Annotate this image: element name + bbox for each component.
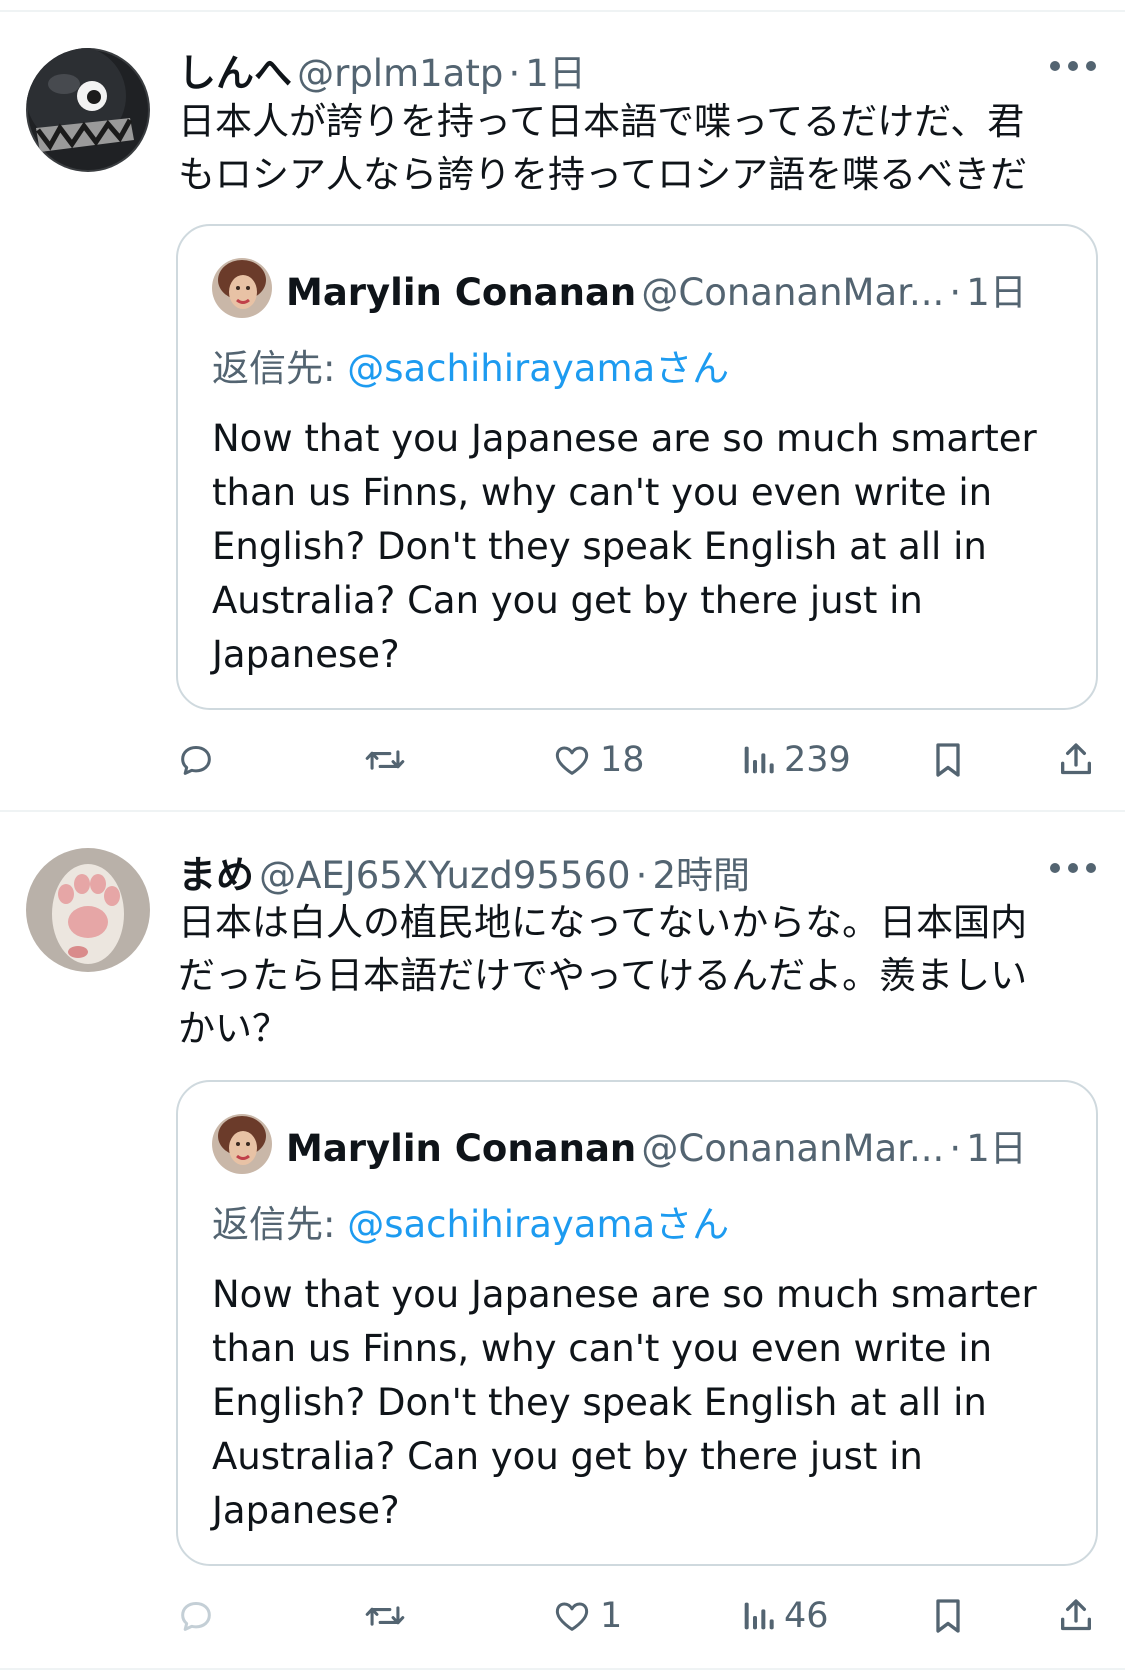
quoted-author-handle[interactable]: @ConananMar... bbox=[641, 271, 944, 314]
retweet-icon bbox=[365, 1606, 405, 1626]
bookmark-button[interactable] bbox=[930, 1586, 966, 1646]
reply-context-prefix: 返信先: bbox=[212, 347, 336, 390]
tweet-header: まめ @AEJ65XYuzd95560 · 2時間 bbox=[178, 844, 1105, 904]
bookmark-button[interactable] bbox=[930, 730, 966, 790]
quoted-author-avatar[interactable] bbox=[212, 1114, 272, 1174]
author-display-name[interactable]: しんへ bbox=[178, 51, 292, 95]
quoted-tweet-timestamp: 1日 bbox=[966, 271, 1027, 314]
avatar[interactable] bbox=[26, 848, 150, 972]
quoted-author-display-name[interactable]: Marylin Conanan bbox=[286, 1127, 636, 1170]
views-button[interactable]: 239 bbox=[740, 730, 851, 790]
bookmark-icon bbox=[936, 1599, 960, 1633]
like-count: 1 bbox=[600, 1596, 623, 1636]
reply-mention-link[interactable]: @sachihirayamaさん bbox=[347, 1203, 729, 1246]
share-button[interactable] bbox=[1056, 730, 1096, 790]
reply-button[interactable] bbox=[176, 1586, 224, 1646]
reply-mention-link[interactable]: @sachihirayamaさん bbox=[347, 347, 729, 390]
share-button[interactable] bbox=[1056, 1586, 1096, 1646]
quoted-author-avatar[interactable] bbox=[212, 258, 272, 318]
heart-icon bbox=[555, 746, 589, 775]
like-button[interactable]: 1 bbox=[552, 1586, 622, 1646]
view-count: 46 bbox=[784, 1596, 829, 1636]
chain-chomp-avatar-image bbox=[26, 48, 150, 172]
tweet-header: しんへ @rplm1atp · 1日 bbox=[178, 42, 1105, 102]
cat-paw-avatar-image bbox=[26, 848, 150, 972]
tweet[interactable]: しんへ @rplm1atp · 1日 日本人が誇りを持って日本語で喋ってるだけだ… bbox=[0, 0, 1125, 812]
more-horizontal-icon[interactable] bbox=[1047, 858, 1099, 878]
like-button[interactable]: 18 bbox=[552, 730, 645, 790]
tweet-timestamp[interactable]: 2時間 bbox=[653, 854, 751, 897]
tweet[interactable]: まめ @AEJ65XYuzd95560 · 2時間 日本は白人の植民地になってな… bbox=[0, 812, 1125, 1675]
tweet-text: 日本人が誇りを持って日本語で喋ってるだけだ、君 もロシア人なら誇りを持ってロシア… bbox=[178, 100, 1028, 196]
separator-dot: · bbox=[635, 854, 648, 897]
quoted-tweet-header: Marylin Conanan @ConananMar... · 1日 bbox=[286, 1118, 1027, 1172]
like-count: 18 bbox=[600, 740, 645, 780]
avatar[interactable] bbox=[26, 48, 150, 172]
bar-chart-icon bbox=[744, 1602, 774, 1630]
quoted-author-display-name[interactable]: Marylin Conanan bbox=[286, 271, 636, 314]
quoted-tweet-header: Marylin Conanan @ConananMar... · 1日 bbox=[286, 262, 1027, 316]
retweet-icon bbox=[365, 750, 405, 770]
retweet-button[interactable] bbox=[364, 1586, 414, 1646]
reply-context-prefix: 返信先: bbox=[212, 1203, 336, 1246]
separator-dot: · bbox=[949, 271, 962, 314]
tweet-text: 日本は白人の植民地になってないからな。日本国内 だったら日本語だけでやってけるん… bbox=[178, 901, 1028, 1050]
bookmark-icon bbox=[936, 743, 960, 777]
heart-icon bbox=[555, 1602, 589, 1631]
author-display-name[interactable]: まめ bbox=[178, 853, 254, 897]
share-upload-icon bbox=[1061, 743, 1091, 775]
reply-context: 返信先: @sachihirayamaさん bbox=[212, 338, 729, 392]
reply-context: 返信先: @sachihirayamaさん bbox=[212, 1194, 729, 1248]
share-upload-icon bbox=[1061, 1599, 1091, 1631]
reply-bubble-icon bbox=[181, 746, 211, 775]
tweet-timestamp[interactable]: 1日 bbox=[525, 52, 586, 95]
quoted-tweet-text: Now that you Japanese are so much smarte… bbox=[212, 1273, 1037, 1532]
retweet-button[interactable] bbox=[364, 730, 414, 790]
view-count: 239 bbox=[784, 740, 851, 780]
author-handle[interactable]: @AEJ65XYuzd95560 bbox=[259, 854, 630, 897]
separator-dot: · bbox=[508, 52, 521, 95]
quoted-tweet[interactable]: Marylin Conanan @ConananMar... · 1日 返信先:… bbox=[176, 1080, 1098, 1566]
bar-chart-icon bbox=[744, 746, 774, 774]
woman-portrait-avatar-image bbox=[212, 1114, 272, 1174]
views-button[interactable]: 46 bbox=[740, 1586, 829, 1646]
separator-dot: · bbox=[949, 1127, 962, 1170]
bottom-divider bbox=[0, 1668, 1125, 1670]
quoted-tweet[interactable]: Marylin Conanan @ConananMar... · 1日 返信先:… bbox=[176, 224, 1098, 710]
woman-portrait-avatar-image bbox=[212, 258, 272, 318]
more-horizontal-icon[interactable] bbox=[1047, 56, 1099, 76]
author-handle[interactable]: @rplm1atp bbox=[297, 52, 503, 95]
quoted-tweet-timestamp: 1日 bbox=[966, 1127, 1027, 1170]
action-bar: 1 46 bbox=[0, 1586, 1125, 1646]
quoted-tweet-text: Now that you Japanese are so much smarte… bbox=[212, 417, 1037, 676]
action-bar: 18 239 bbox=[0, 730, 1125, 790]
reply-bubble-icon bbox=[181, 1602, 211, 1631]
reply-button[interactable] bbox=[176, 730, 224, 790]
quoted-author-handle[interactable]: @ConananMar... bbox=[641, 1127, 944, 1170]
